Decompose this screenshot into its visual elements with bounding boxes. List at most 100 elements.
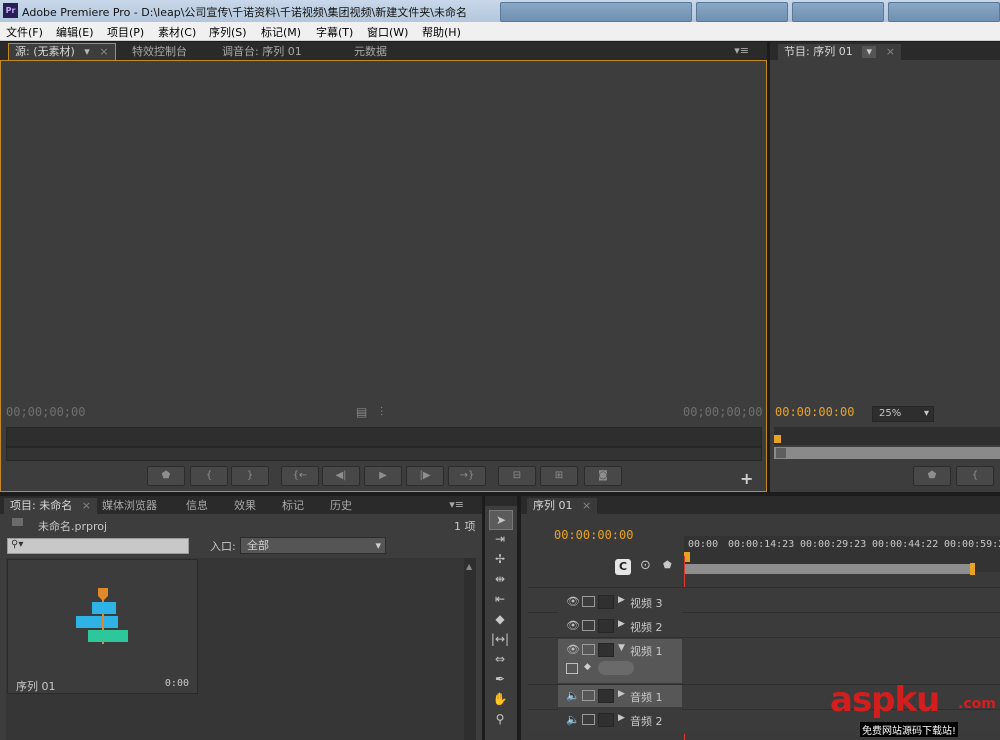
step-back-icon[interactable]: ◀| xyxy=(322,466,360,486)
lock-toggle[interactable] xyxy=(598,713,614,727)
entry-filter-select[interactable]: 全部 ▾ xyxy=(240,537,386,554)
eye-icon[interactable]: 👁 xyxy=(566,595,580,608)
taskbar-button[interactable] xyxy=(500,2,692,22)
menu-help[interactable]: 帮助(H) xyxy=(422,24,461,40)
taskbar-button[interactable] xyxy=(696,2,788,22)
tab-markers[interactable]: 标记 xyxy=(276,498,310,514)
expand-triangle-icon[interactable]: ▶ xyxy=(618,713,625,723)
go-to-in-icon[interactable]: {← xyxy=(281,466,319,486)
drag-video-icon[interactable]: ▤ xyxy=(356,405,367,419)
tab-effects[interactable]: 效果 xyxy=(228,498,262,514)
speaker-icon[interactable]: 🔈 xyxy=(566,713,580,726)
display-style-icon[interactable] xyxy=(566,663,578,674)
tab-metadata[interactable]: 元数据 xyxy=(348,44,393,60)
tab-info[interactable]: 信息 xyxy=(180,498,214,514)
button-editor-plus-icon[interactable]: + xyxy=(740,469,753,488)
export-frame-icon[interactable]: ◙ xyxy=(584,466,622,486)
menu-sequence[interactable]: 序列(S) xyxy=(209,24,247,40)
expand-triangle-icon[interactable]: ▶ xyxy=(618,595,625,605)
insert-icon[interactable]: ⊟ xyxy=(498,466,536,486)
close-icon[interactable]: × xyxy=(99,45,108,58)
lock-toggle[interactable] xyxy=(598,595,614,609)
track-header-video-1[interactable]: 👁 ▼ 视频 1 ◆ xyxy=(558,639,682,683)
tab-program[interactable]: 节目: 序列 01 ▾ × xyxy=(778,44,901,60)
panel-menu-icon[interactable]: ▾≡ xyxy=(734,44,749,57)
selection-tool-icon[interactable]: ➤ xyxy=(489,510,513,530)
expand-triangle-icon[interactable]: ▶ xyxy=(618,619,625,629)
scroll-up-icon[interactable]: ▲ xyxy=(466,562,472,571)
program-playhead[interactable] xyxy=(774,435,781,443)
close-icon[interactable]: × xyxy=(82,499,91,512)
close-icon[interactable]: × xyxy=(582,499,591,512)
chevron-down-icon[interactable]: ▾ xyxy=(862,46,877,58)
snap-icon[interactable]: C xyxy=(615,559,631,575)
collapse-triangle-icon[interactable]: ▼ xyxy=(618,643,625,653)
mark-out-icon[interactable]: } xyxy=(231,466,269,486)
speaker-icon[interactable]: 🔈 xyxy=(566,689,580,702)
track-header-video-2[interactable]: 👁 ▶ 视频 2 xyxy=(558,615,682,637)
work-area-end-handle[interactable] xyxy=(970,563,975,575)
keyframe-nav-pill[interactable] xyxy=(598,661,634,675)
timeline-timecode[interactable]: 00:00:00:00 xyxy=(554,528,633,542)
program-time-ruler[interactable] xyxy=(774,427,1000,445)
track-header-audio-2[interactable]: 🔈 ▶ 音频 2 xyxy=(558,709,682,731)
hand-icon[interactable]: ✋ xyxy=(489,690,511,708)
close-icon[interactable]: × xyxy=(886,45,895,58)
tab-history[interactable]: 历史 xyxy=(324,498,358,514)
keyframe-icon[interactable]: ◆ xyxy=(584,662,591,672)
work-area-bar[interactable] xyxy=(684,564,974,574)
track-header-video-3[interactable]: 👁 ▶ 视频 3 xyxy=(558,591,682,613)
eye-icon[interactable]: 👁 xyxy=(566,619,580,632)
tab-effect-controls[interactable]: 特效控制台 xyxy=(126,44,193,60)
lock-toggle[interactable] xyxy=(598,689,614,703)
slide-icon[interactable]: ⇔ xyxy=(489,650,511,668)
tab-source[interactable]: 源: (无素材) ▾ × xyxy=(8,43,116,60)
source-zoom-scroll[interactable] xyxy=(6,447,762,461)
add-marker-icon[interactable]: ⬟ xyxy=(147,466,185,486)
tab-media-browser[interactable]: 媒体浏览器 xyxy=(96,498,163,514)
taskbar-button[interactable] xyxy=(792,2,884,22)
zoom-level-select[interactable]: 25% ▾ xyxy=(872,406,934,422)
panel-menu-icon[interactable]: ▾≡ xyxy=(449,498,464,511)
program-timecode[interactable]: 00:00:00:00 xyxy=(775,405,854,419)
source-time-ruler[interactable] xyxy=(6,427,762,447)
mark-in-icon[interactable]: { xyxy=(956,466,994,486)
menu-project[interactable]: 项目(P) xyxy=(107,24,144,40)
project-scrollbar[interactable]: ▲ xyxy=(464,558,476,740)
eye-icon[interactable]: 👁 xyxy=(566,643,580,656)
menu-file[interactable]: 文件(F) xyxy=(6,24,43,40)
expand-triangle-icon[interactable]: ▶ xyxy=(618,689,625,699)
sequence-marker-icon[interactable]: ⊙ xyxy=(640,558,651,573)
track-select-icon[interactable]: ⇥ xyxy=(489,530,511,548)
project-search-input[interactable]: ⚲▾ xyxy=(7,538,189,554)
ripple-edit-icon[interactable]: ✢ xyxy=(489,550,511,568)
scroll-handle[interactable] xyxy=(776,448,786,458)
rolling-edit-icon[interactable]: ⇹ xyxy=(489,570,511,588)
track-header-audio-1[interactable]: 🔈 ▶ 音频 1 xyxy=(558,685,682,707)
play-icon[interactable]: ▶ xyxy=(364,466,402,486)
tab-sequence[interactable]: 序列 01 × xyxy=(527,498,598,514)
razor-icon[interactable]: ◆ xyxy=(489,610,511,628)
mark-in-icon[interactable]: { xyxy=(190,466,228,486)
menu-window[interactable]: 窗口(W) xyxy=(367,24,408,40)
pen-icon[interactable]: ✒ xyxy=(489,670,511,688)
go-to-out-icon[interactable]: →} xyxy=(448,466,486,486)
tab-audio-mixer[interactable]: 调音台: 序列 01 xyxy=(216,44,308,60)
taskbar-button[interactable] xyxy=(888,2,1000,22)
timeline-ruler[interactable]: 00:00 00:00:14:23 00:00:29:23 00:00:44:2… xyxy=(684,536,1000,575)
add-marker-icon[interactable]: ⬟ xyxy=(663,560,672,571)
chevron-down-icon[interactable]: ▾ xyxy=(84,45,90,58)
program-zoom-scroll[interactable] xyxy=(774,447,1000,459)
source-playhead-timecode[interactable]: 00;00;00;00 xyxy=(6,405,85,419)
menu-edit[interactable]: 编辑(E) xyxy=(56,24,94,40)
lock-toggle[interactable] xyxy=(598,619,614,633)
lock-toggle[interactable] xyxy=(598,643,614,657)
step-forward-icon[interactable]: |▶ xyxy=(406,466,444,486)
rate-stretch-icon[interactable]: ⇤ xyxy=(489,590,511,608)
menu-clip[interactable]: 素材(C) xyxy=(158,24,196,40)
drag-audio-icon[interactable]: ⫶ xyxy=(380,405,383,420)
menu-title[interactable]: 字幕(T) xyxy=(316,24,353,40)
overwrite-icon[interactable]: ⊞ xyxy=(540,466,578,486)
menu-marker[interactable]: 标记(M) xyxy=(261,24,301,40)
zoom-icon[interactable]: ⚲ xyxy=(489,710,511,728)
